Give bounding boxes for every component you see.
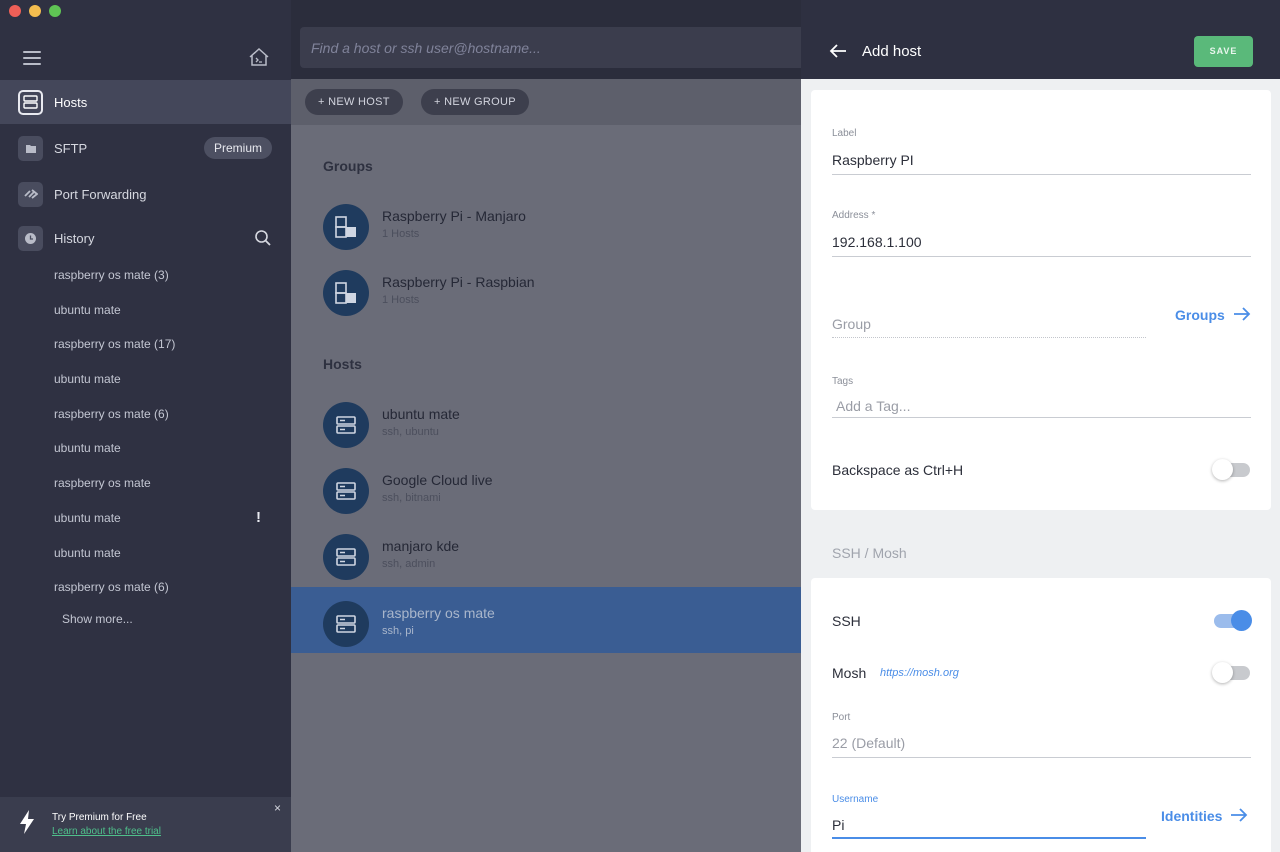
history-list: raspberry os mate (3) ubuntu mate raspbe… [54, 258, 274, 605]
history-item[interactable]: ubuntu mate! [54, 501, 274, 536]
identities-link-button[interactable]: Identities [1161, 808, 1248, 824]
tags-field-label: Tags [832, 376, 854, 387]
host-subtitle: ssh, ubuntu [382, 426, 439, 438]
group-row[interactable]: Raspberry Pi - Raspbian 1 Hosts [291, 256, 801, 322]
username-input[interactable]: Pi [832, 817, 844, 833]
label-input[interactable]: Raspberry PI [832, 152, 914, 168]
group-subtitle: 1 Hosts [382, 228, 420, 240]
host-subtitle: ssh, pi [382, 625, 414, 637]
mosh-toggle[interactable] [1212, 662, 1250, 683]
sidebar-item-port-forwarding[interactable]: Port Forwarding [0, 172, 291, 216]
backspace-toggle[interactable] [1212, 459, 1250, 480]
folder-icon [18, 135, 43, 161]
sidebar-item-label: SFTP [54, 140, 88, 156]
group-row[interactable]: Raspberry Pi - Manjaro 1 Hosts [291, 190, 801, 256]
label-underline [832, 174, 1251, 175]
host-title: ubuntu mate [382, 406, 460, 422]
backspace-label: Backspace as Ctrl+H [832, 462, 964, 478]
warning-icon: ! [256, 508, 261, 526]
address-underline [832, 256, 1251, 257]
close-window-button[interactable] [9, 5, 21, 17]
history-item[interactable]: ubuntu mate [54, 362, 274, 397]
history-item[interactable]: raspberry os mate (17) [54, 327, 274, 362]
port-input[interactable]: 22 (Default) [832, 735, 905, 751]
save-button[interactable]: SAVE [1194, 36, 1253, 67]
host-title: raspberry os mate [382, 605, 495, 621]
tags-underline [832, 417, 1251, 418]
history-item[interactable]: raspberry os mate (6) [54, 397, 274, 432]
sidebar: Hosts SFTP Premium Port Forwarding Histo… [0, 0, 291, 852]
minimize-window-button[interactable] [29, 5, 41, 17]
mosh-link[interactable]: https://mosh.org [880, 667, 959, 679]
forward-icon [18, 181, 43, 207]
username-underline [832, 837, 1146, 839]
home-terminal-icon[interactable] [248, 47, 270, 67]
server-icon [323, 468, 369, 514]
hosts-section-title: Hosts [323, 356, 362, 372]
new-host-button[interactable]: + NEW HOST [305, 89, 403, 115]
group-icon [323, 270, 369, 316]
promo-title: Try Premium for Free [52, 812, 147, 823]
port-field-label: Port [832, 712, 851, 723]
host-subtitle: ssh, bitnami [382, 492, 441, 504]
new-group-button[interactable]: + NEW GROUP [421, 89, 529, 115]
group-title: Raspberry Pi - Raspbian [382, 274, 535, 290]
clock-icon [18, 225, 43, 251]
server-icon [18, 89, 43, 115]
group-title: Raspberry Pi - Manjaro [382, 208, 526, 224]
ssh-label: SSH [832, 613, 861, 629]
sidebar-item-hosts[interactable]: Hosts [0, 80, 291, 124]
host-row-selected[interactable]: raspberry os mate ssh, pi [291, 587, 801, 653]
free-trial-link[interactable]: Learn about the free trial [52, 826, 161, 837]
label-field-label: Label [832, 128, 857, 139]
search-icon[interactable] [254, 229, 272, 247]
host-title: manjaro kde [382, 538, 460, 554]
ssh-section-title: SSH / Mosh [832, 545, 907, 561]
history-item[interactable]: raspberry os mate [54, 466, 274, 501]
server-icon [323, 402, 369, 448]
sidebar-item-label: Hosts [54, 94, 88, 110]
arrow-right-icon [1231, 808, 1248, 822]
mosh-label: Mosh [832, 665, 867, 681]
zoom-window-button[interactable] [49, 5, 61, 17]
search-placeholder: Find a host or ssh user@hostname... [311, 40, 541, 56]
host-row[interactable]: Google Cloud live ssh, bitnami [291, 454, 801, 520]
premium-badge[interactable]: Premium [204, 137, 273, 159]
groups-section-title: Groups [323, 158, 373, 174]
history-item[interactable]: ubuntu mate [54, 536, 274, 571]
history-item[interactable]: raspberry os mate (3) [54, 258, 274, 293]
address-input[interactable]: 192.168.1.100 [832, 234, 922, 250]
sidebar-item-history[interactable]: History [0, 216, 291, 260]
address-field-label: Address * [832, 210, 876, 221]
panel-title: Add host [862, 43, 922, 60]
server-icon [323, 601, 369, 647]
groups-link-button[interactable]: Groups [1175, 307, 1251, 323]
premium-promo-banner [0, 797, 291, 852]
history-item[interactable]: raspberry os mate (6) [54, 570, 274, 605]
group-underline [832, 337, 1146, 338]
menu-icon[interactable] [23, 51, 41, 65]
lightning-icon [18, 809, 36, 835]
port-underline [832, 757, 1251, 758]
history-item[interactable]: ubuntu mate [54, 293, 274, 328]
back-arrow-icon[interactable] [829, 43, 847, 59]
close-icon[interactable]: × [274, 801, 281, 815]
sidebar-item-label: History [54, 230, 95, 246]
history-item[interactable]: ubuntu mate [54, 431, 274, 466]
host-title: Google Cloud live [382, 472, 493, 488]
group-input[interactable]: Group [832, 316, 871, 332]
server-icon [323, 534, 369, 580]
username-field-label: Username [832, 794, 879, 805]
group-subtitle: 1 Hosts [382, 294, 420, 306]
host-row[interactable]: manjaro kde ssh, admin [291, 520, 801, 586]
tags-input[interactable]: Add a Tag... [836, 398, 910, 414]
show-more-link[interactable]: Show more... [62, 612, 133, 626]
sidebar-item-label: Port Forwarding [54, 186, 147, 202]
host-row[interactable]: ubuntu mate ssh, ubuntu [291, 388, 801, 454]
host-subtitle: ssh, admin [382, 558, 436, 570]
window-controls [9, 5, 61, 17]
ssh-toggle[interactable] [1214, 610, 1252, 631]
arrow-right-icon [1233, 307, 1250, 321]
group-icon [323, 204, 369, 250]
